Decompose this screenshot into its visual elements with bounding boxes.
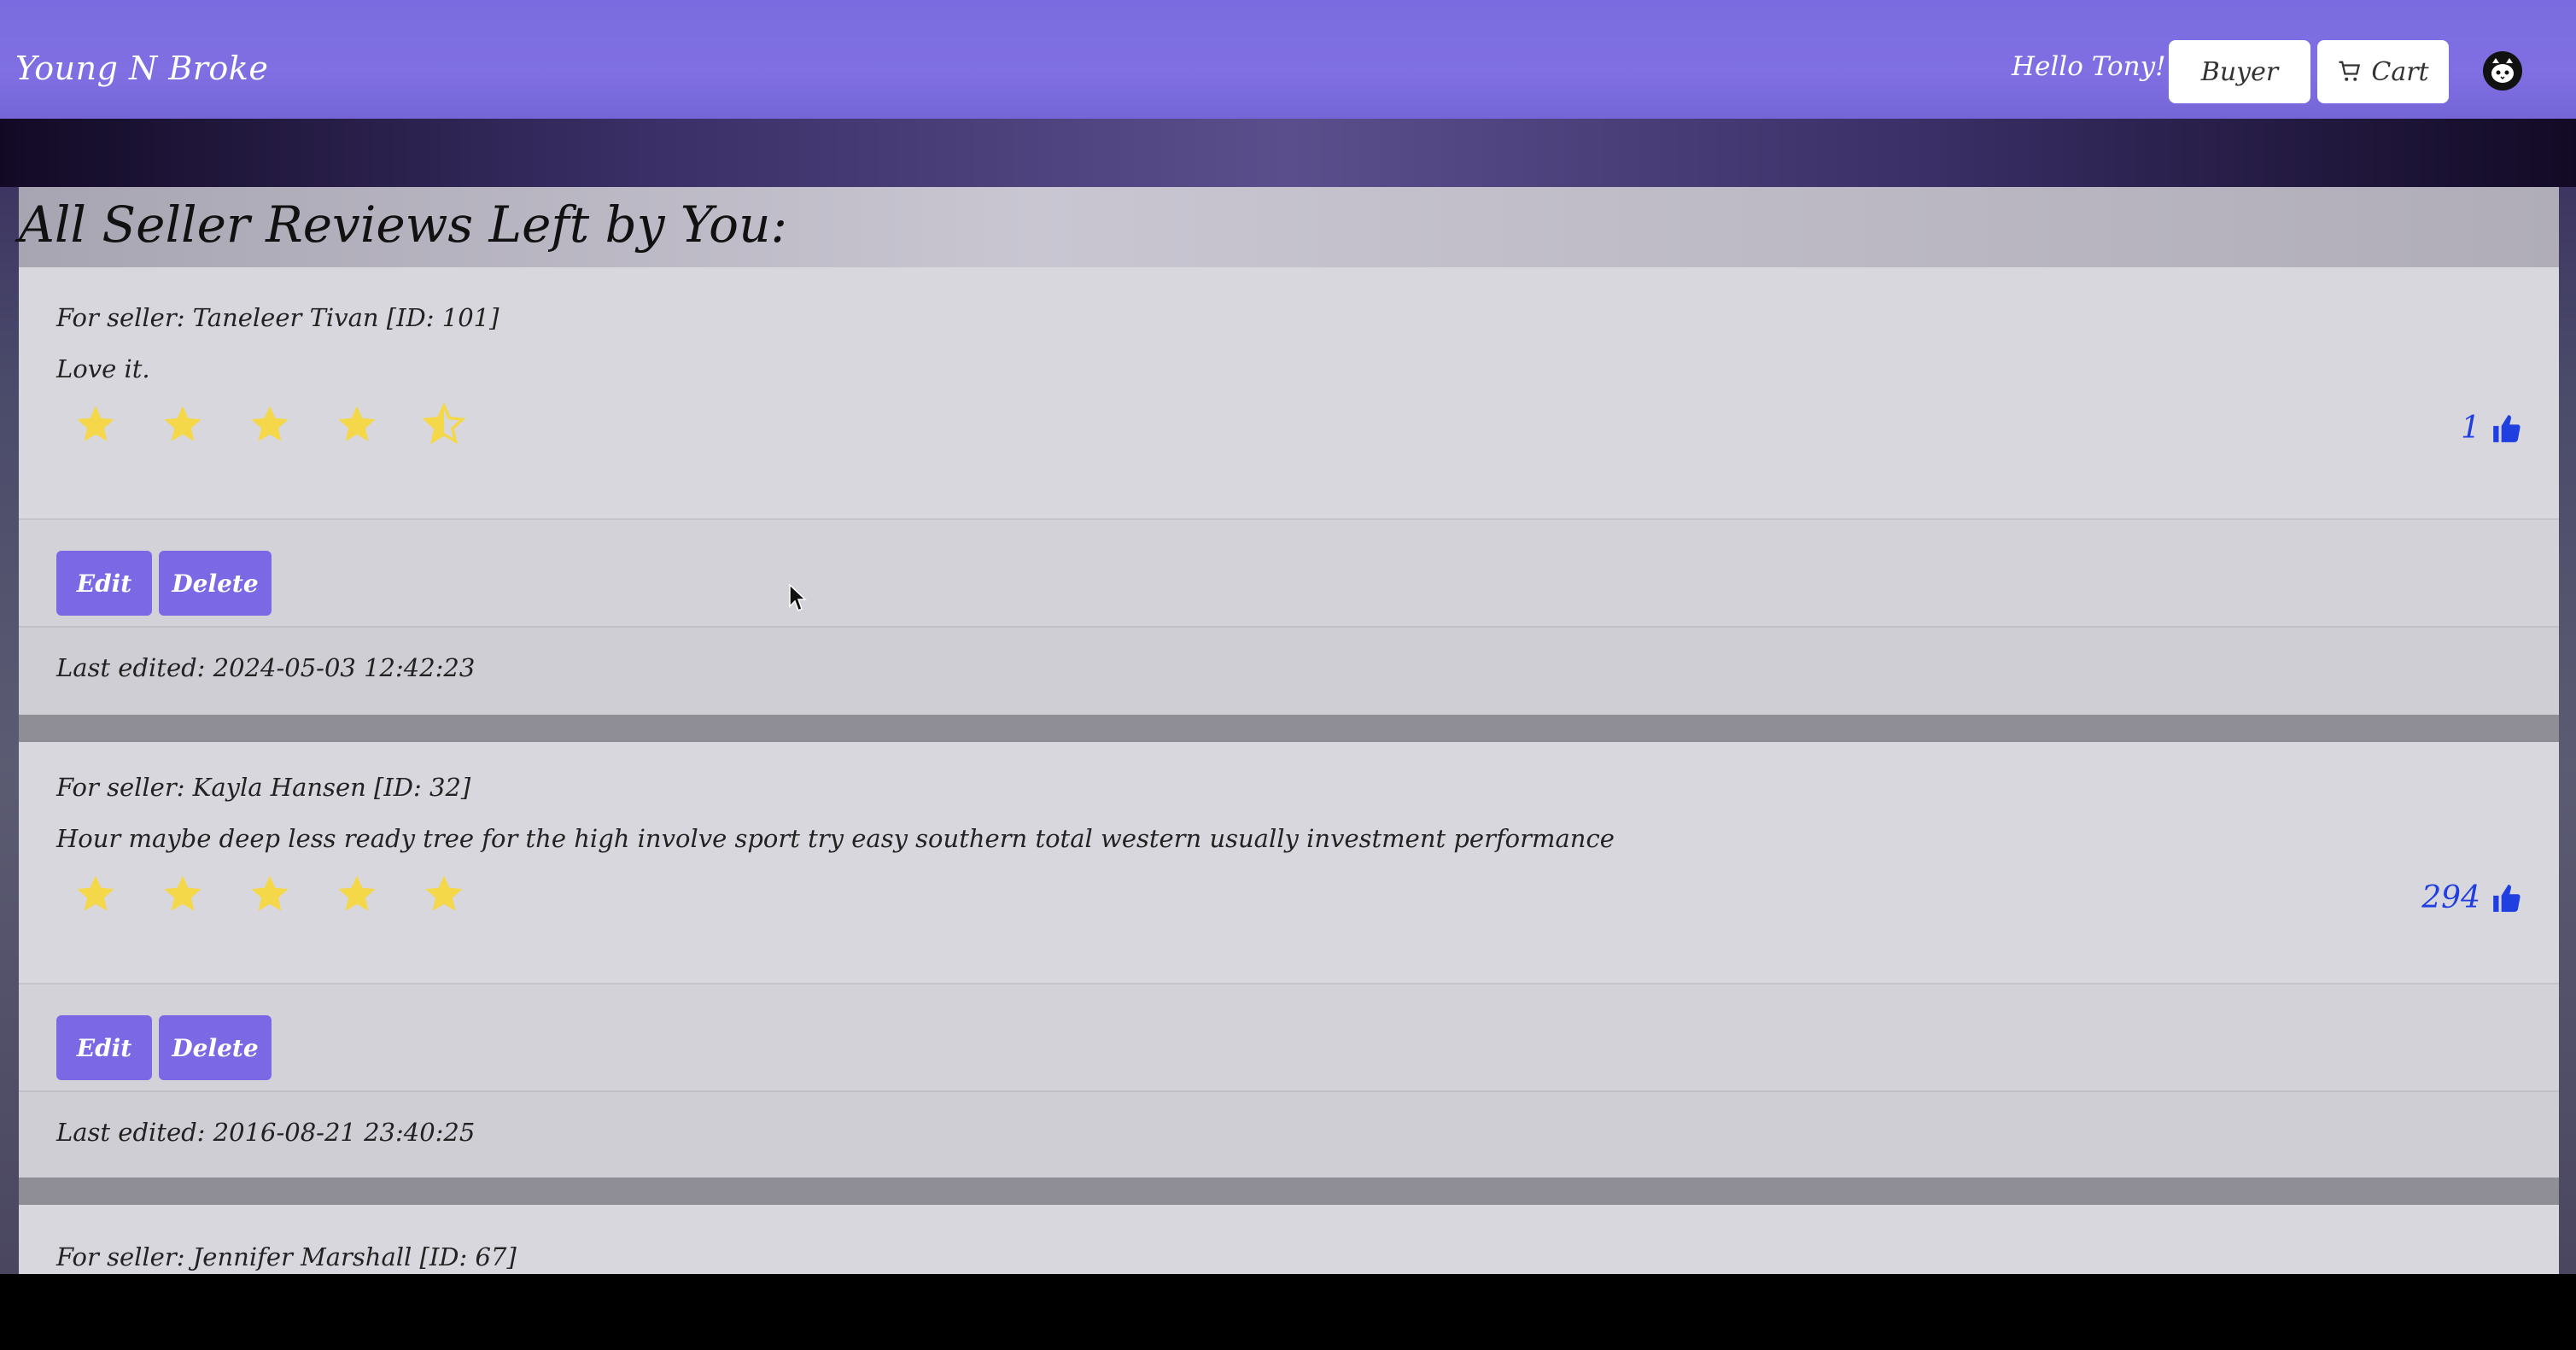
delete-button[interactable]: Delete bbox=[159, 1015, 272, 1080]
review-actions: Edit Delete bbox=[19, 518, 2559, 626]
star-icon bbox=[425, 875, 463, 911]
cart-button[interactable]: Cart bbox=[2317, 40, 2449, 103]
like-counter[interactable]: 294 bbox=[2421, 880, 2523, 915]
review-card: For seller: Jennifer Marshall [ID: 67] bbox=[19, 1205, 2559, 1274]
star-icon bbox=[251, 406, 289, 441]
review-footer: Last edited: 2016-08-21 23:40:25 bbox=[19, 1090, 2559, 1178]
edit-button[interactable]: Edit bbox=[56, 551, 152, 616]
last-edited-text: Last edited: 2024-05-03 12:42:23 bbox=[56, 653, 476, 682]
greeting-text: Hello Tony! bbox=[2012, 51, 2166, 82]
half-star-icon bbox=[422, 402, 466, 445]
thumbs-up-icon[interactable] bbox=[2491, 881, 2523, 915]
card-separator bbox=[19, 1178, 2559, 1205]
star-icon bbox=[251, 875, 289, 911]
edit-button[interactable]: Edit bbox=[56, 1015, 152, 1080]
review-actions: Edit Delete bbox=[19, 983, 2559, 1090]
cat-face-icon[interactable] bbox=[2481, 50, 2524, 92]
last-edited-text: Last edited: 2016-08-21 23:40:25 bbox=[56, 1118, 476, 1147]
star-icon bbox=[164, 875, 202, 911]
review-footer: Last edited: 2024-05-03 12:42:23 bbox=[19, 626, 2559, 715]
like-counter[interactable]: 1 bbox=[2461, 411, 2523, 446]
screen-bottom-bar bbox=[0, 1274, 2576, 1350]
review-text: Love it. bbox=[56, 354, 150, 383]
brand-logo[interactable]: Young N Broke bbox=[15, 50, 268, 87]
star-icon bbox=[164, 406, 202, 441]
star-icon bbox=[338, 406, 376, 441]
review-text: Hour maybe deep less ready tree for the … bbox=[56, 824, 1615, 853]
review-card: For seller: Taneleer Tivan [ID: 101] Lov… bbox=[19, 267, 2559, 715]
page-title: All Seller Reviews Left by You: bbox=[19, 187, 2559, 267]
review-seller: For seller: Kayla Hansen [ID: 32] bbox=[56, 773, 471, 802]
app-viewport: Young N Broke Hello Tony! Buyer Cart All… bbox=[0, 0, 2576, 1274]
review-card-body: For seller: Kayla Hansen [ID: 32] Hour m… bbox=[19, 742, 2559, 993]
review-card-body: For seller: Taneleer Tivan [ID: 101] Lov… bbox=[19, 267, 2559, 518]
mouse-cursor-icon bbox=[789, 584, 807, 612]
cart-icon bbox=[2339, 61, 2361, 81]
review-card: For seller: Kayla Hansen [ID: 32] Hour m… bbox=[19, 742, 2559, 1178]
like-count: 294 bbox=[2421, 880, 2480, 915]
star-icon bbox=[338, 875, 376, 911]
thumbs-up-icon[interactable] bbox=[2491, 412, 2523, 446]
buyer-button[interactable]: Buyer bbox=[2169, 40, 2310, 103]
background-band bbox=[0, 119, 2576, 187]
review-seller: For seller: Taneleer Tivan [ID: 101] bbox=[56, 303, 499, 332]
delete-button[interactable]: Delete bbox=[159, 551, 272, 616]
card-separator bbox=[19, 715, 2559, 742]
buyer-button-label: Buyer bbox=[2200, 56, 2279, 87]
rating-stars bbox=[73, 872, 466, 916]
cart-button-label: Cart bbox=[2371, 56, 2429, 87]
like-count: 1 bbox=[2461, 411, 2480, 446]
review-seller: For seller: Jennifer Marshall [ID: 67] bbox=[56, 1242, 517, 1271]
navbar: Young N Broke Hello Tony! Buyer Cart bbox=[0, 0, 2576, 119]
rating-stars bbox=[73, 402, 466, 447]
star-icon bbox=[77, 406, 114, 441]
star-icon bbox=[77, 875, 114, 911]
